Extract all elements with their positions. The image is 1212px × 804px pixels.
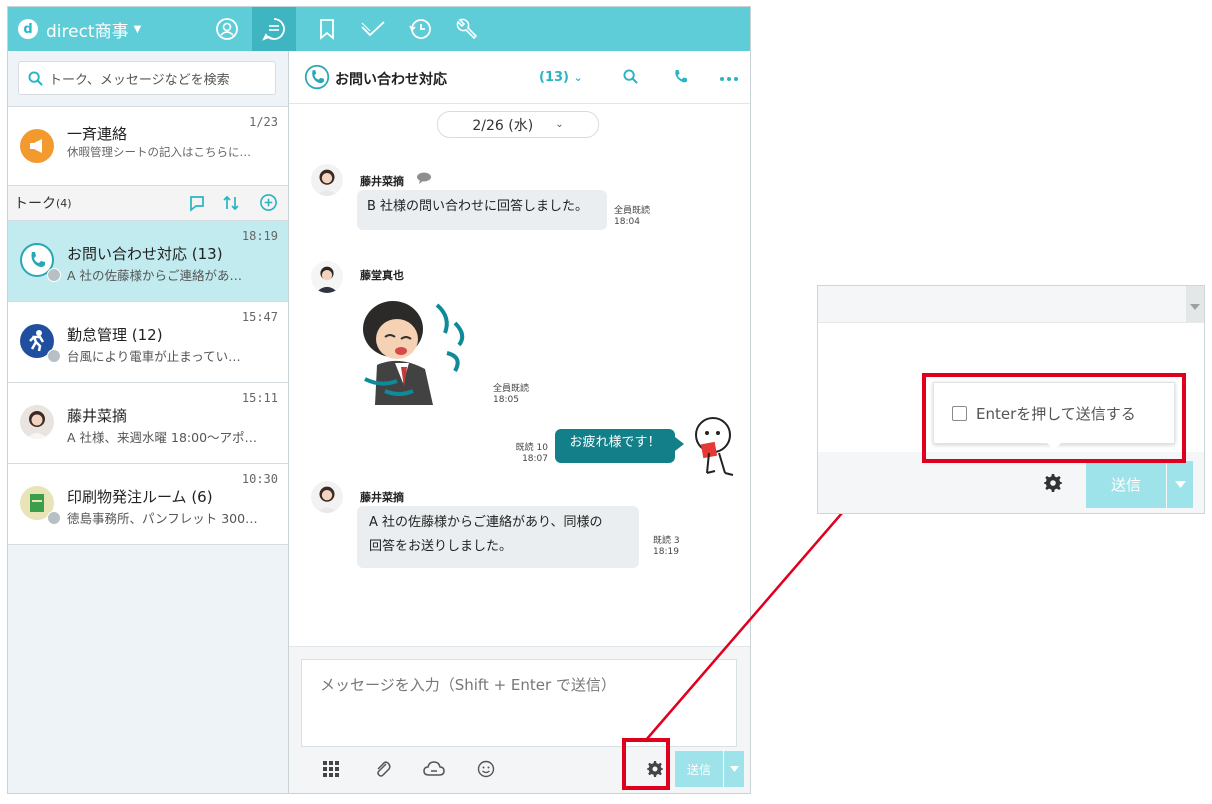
scroll-down-icon xyxy=(1190,304,1200,310)
zoom-send-caret-icon[interactable] xyxy=(1167,461,1193,508)
gear-icon[interactable] xyxy=(1044,474,1062,496)
popup-highlight-box xyxy=(922,373,1186,463)
zoom-send-button[interactable]: 送信 xyxy=(1086,461,1166,508)
scrollbar[interactable] xyxy=(1186,286,1204,322)
